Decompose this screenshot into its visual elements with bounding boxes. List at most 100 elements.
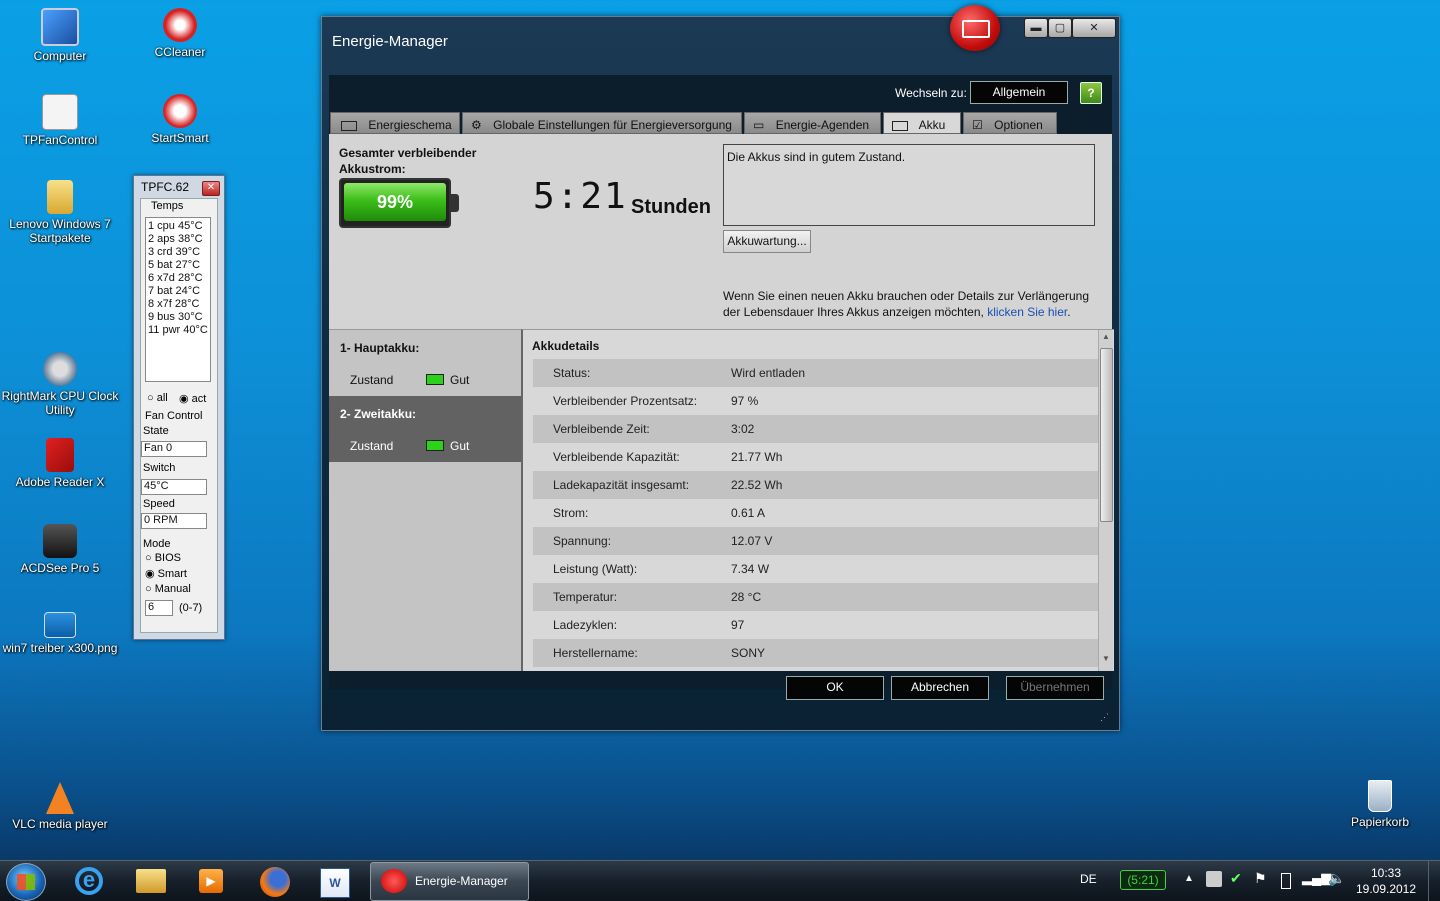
tray-shield-check-icon[interactable]: ✔	[1230, 870, 1242, 887]
startsmart-icon	[163, 94, 197, 128]
ok-button[interactable]: OK	[786, 676, 884, 700]
cancel-button[interactable]: Abbrechen	[891, 676, 989, 700]
action-center-flag-icon[interactable]: ⚑	[1254, 870, 1267, 887]
detail-row: Spannung: 12.07 V	[533, 527, 1098, 555]
radio-manual[interactable]: ○ Manual	[145, 583, 191, 595]
battery-time-indicator[interactable]: (5:21)	[1120, 870, 1166, 890]
network-signal-icon[interactable]: ▂▄▆	[1302, 870, 1331, 886]
battery-maintenance-button[interactable]: Akkuwartung...	[723, 230, 811, 253]
minimize-button[interactable]: ▬	[1024, 18, 1048, 38]
image-file-icon	[44, 612, 76, 638]
desktop-icon-vlc[interactable]: VLC media player	[0, 782, 120, 831]
akku-tab-content: Gesamter verbleibender Akkustrom: 99% 5:…	[329, 134, 1114, 671]
battery-item-main[interactable]: 1- Hauptakku: Zustand Gut	[329, 330, 521, 396]
tab-label: Energie-Agenden	[775, 118, 870, 132]
radio-bios[interactable]: ○ BIOS	[145, 552, 181, 564]
desktop-icon-label: Adobe Reader X	[15, 475, 105, 489]
maximize-button[interactable]: ▢	[1048, 18, 1072, 38]
taskbar-firefox-button[interactable]	[248, 864, 302, 898]
desktop-icon-label: Lenovo Windows 7 Startpakete	[9, 217, 111, 245]
desktop-icon-rightmark[interactable]: RightMark CPU Clock Utility	[0, 352, 120, 417]
tab-akku[interactable]: Akku	[883, 112, 961, 134]
detail-row: Ladekapazität insgesamt: 22.52 Wh	[533, 471, 1098, 499]
taskbar: e ▶ W Energie-Manager DE (5:21) ▲ ✔ ⚑ ▂▄…	[0, 860, 1440, 901]
volume-icon[interactable]: 🔈	[1328, 870, 1345, 887]
battery-small-icon	[426, 440, 444, 451]
resize-grip-icon[interactable]: ⋰	[1100, 712, 1109, 723]
info-link[interactable]: klicken Sie hier	[987, 305, 1067, 319]
desktop-icon-recycle-bin[interactable]: Papierkorb	[1320, 780, 1440, 829]
start-button[interactable]	[6, 863, 46, 901]
temps-list[interactable]: 1 cpu 45°C 2 aps 38°C 3 crd 39°C 5 bat 2…	[145, 217, 211, 382]
desktop-icon-label: TPFanControl	[22, 133, 98, 147]
desktop-icon-adobe-reader[interactable]: Adobe Reader X	[0, 438, 120, 489]
desktop-icon-acdsee[interactable]: ACDSee Pro 5	[0, 524, 120, 575]
scroll-up-arrow[interactable]: ▲	[1102, 332, 1110, 341]
battery-state-value: Gut	[450, 439, 470, 453]
desktop-icon-ccleaner[interactable]: CCleaner	[120, 8, 240, 59]
fan-control-label: Fan Control	[145, 410, 203, 422]
desktop-icon-tpfancontrol[interactable]: TPFanControl	[0, 94, 120, 147]
battery-percent: 99%	[376, 192, 414, 212]
tray-app-icon[interactable]	[1206, 871, 1222, 887]
show-desktop-button[interactable]	[1428, 861, 1440, 901]
help-icon[interactable]: ?	[1080, 82, 1102, 104]
camera-icon	[43, 524, 77, 558]
taskbar-ie-button[interactable]: e	[62, 864, 116, 898]
detail-row: Verbleibende Kapazität: 21.77 Wh	[533, 443, 1098, 471]
scroll-thumb[interactable]	[1100, 348, 1113, 522]
details-panel: Akkudetails Status: Wird entladen Verblei…	[521, 329, 1114, 671]
info-text: Wenn Sie einen neuen Akku brauchen oder …	[723, 289, 1090, 319]
adobe-reader-icon	[46, 438, 74, 472]
rightmark-icon	[43, 352, 77, 386]
clock[interactable]: 10:33 19.09.2012	[1350, 865, 1422, 897]
desktop-icon-startsmart[interactable]: StartSmart	[120, 94, 240, 145]
tab-optionen[interactable]: ☑ Optionen	[963, 112, 1057, 134]
manual-level-input[interactable]: 6	[145, 600, 173, 616]
desktop-icon-lenovo-startpakete[interactable]: Lenovo Windows 7 Startpakete	[0, 180, 120, 245]
tab-global-settings[interactable]: ⚙ Globale Einstellungen für Energieverso…	[462, 112, 742, 134]
taskbar-explorer-button[interactable]	[124, 864, 178, 898]
detail-row: Verbleibender Prozentsatz: 97 %	[533, 387, 1098, 415]
details-scrollbar[interactable]: ▲ ▼	[1098, 330, 1113, 671]
tab-energie-agenden[interactable]: ▭ Energie-Agenden	[744, 112, 881, 134]
scroll-down-arrow[interactable]: ▼	[1102, 654, 1110, 663]
desktop-icon-label: VLC media player	[12, 817, 108, 831]
desktop-icon-png-file[interactable]: win7 treiber x300.png	[0, 612, 120, 655]
close-button[interactable]: ✕	[1072, 18, 1116, 38]
switch-mode-button[interactable]: Allgemein	[970, 81, 1068, 104]
speed-field: 0 RPM	[141, 513, 207, 529]
apply-button[interactable]: Übernehmen	[1006, 676, 1104, 700]
switch-field: 45°C	[141, 479, 207, 495]
show-hidden-icons-icon[interactable]: ▲	[1184, 873, 1194, 884]
tab-label: Akku	[918, 118, 946, 132]
radio-act[interactable]: ◉ act	[179, 392, 206, 405]
tpfc-close-button[interactable]: ✕	[202, 181, 220, 196]
taskbar-energy-manager-button[interactable]: Energie-Manager	[370, 862, 529, 901]
tab-energieschema[interactable]: Energieschema	[330, 112, 460, 134]
taskbar-media-player-button[interactable]: ▶	[184, 864, 238, 898]
temp-item: 1 cpu 45°C	[148, 220, 203, 232]
temp-item: 3 crd 39°C	[148, 246, 201, 258]
battery-logo-icon	[381, 869, 407, 893]
battery-item-second[interactable]: 2- Zweitakku: Zustand Gut	[329, 396, 521, 462]
battery-tray-icon[interactable]	[1281, 873, 1291, 889]
radio-smart[interactable]: ◉ Smart	[145, 567, 187, 580]
radio-all[interactable]: ○ all	[147, 392, 168, 404]
battery-list: 1- Hauptakku: Zustand Gut 2- Zweitakku: …	[329, 329, 521, 671]
tpfc-window[interactable]: TPFC.62 ✕ Temps 1 cpu 45°C 2 aps 38°C 3 …	[133, 175, 225, 640]
battery-name: 2- Zweitakku:	[340, 407, 417, 421]
desktop-icon-computer[interactable]: Computer	[0, 8, 120, 63]
temp-item: 5 bat 27°C	[148, 259, 201, 271]
temp-item: 6 x7d 28°C	[148, 272, 203, 284]
status-textbox: Die Akkus sind in gutem Zustand.	[723, 144, 1095, 226]
battery-state-value: Gut	[450, 373, 470, 387]
tpfancontrol-icon	[42, 94, 78, 130]
desktop-icon-label: Papierkorb	[1350, 815, 1410, 829]
details-rows: Status: Wird entladen Verbleibender Proze…	[533, 359, 1098, 671]
battery-outline-icon	[341, 120, 357, 131]
language-indicator[interactable]: DE	[1080, 872, 1097, 886]
tpfc-panel: Temps 1 cpu 45°C 2 aps 38°C 3 crd 39°C 5…	[140, 198, 218, 633]
remaining-time: 5:21	[533, 176, 628, 217]
taskbar-word-button[interactable]: W	[308, 864, 362, 898]
